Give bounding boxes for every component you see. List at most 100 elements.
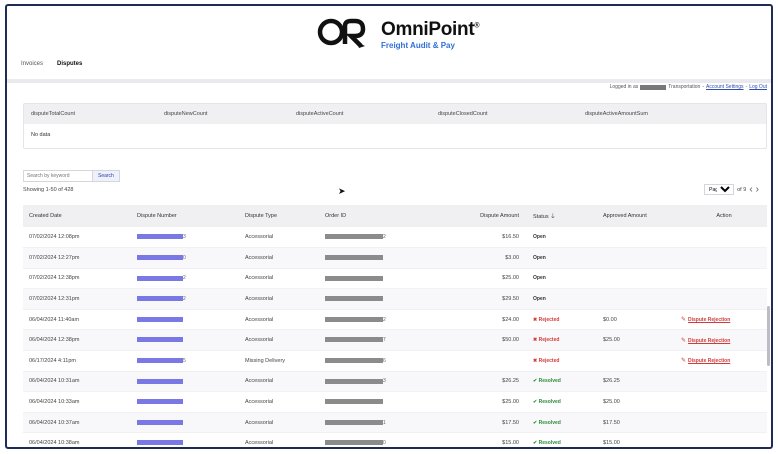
col-dispute-type[interactable]: Dispute Type (239, 205, 319, 227)
table-row[interactable]: 06/04/2024 10:38am Accessorial 0 $15.00 ✔ Re… (23, 432, 767, 447)
header-divider (7, 79, 771, 83)
dispute-rejection-link[interactable]: Dispute Rejection (688, 338, 730, 344)
redacted-dispute-number[interactable] (137, 316, 183, 322)
account-settings-link[interactable]: Account Settings (706, 84, 744, 90)
cell-status: ✖ Rejected (527, 309, 597, 331)
table-row[interactable]: 06/04/2024 10:31am Accessorial 3 $26.25 ✔ Re… (23, 371, 767, 393)
logout-link[interactable]: Log Out (749, 84, 767, 90)
cell-dispute-number[interactable] (131, 412, 239, 434)
cell-dispute-number[interactable]: 2 (131, 268, 239, 290)
order-id-suffix: 7 (383, 337, 386, 344)
col-approved-amount[interactable]: Approved Amount (597, 205, 675, 227)
edit-note-icon[interactable]: ✎ (681, 337, 686, 344)
status-badge: Open (533, 275, 546, 281)
redacted-dispute-number[interactable] (137, 275, 183, 281)
cell-dispute-number[interactable]: 0 (131, 247, 239, 269)
chevron-left-icon[interactable]: ‹ (749, 184, 752, 195)
cell-status: ✖ Rejected (527, 329, 597, 352)
cell-status: ✔ Resolved (527, 371, 597, 393)
redacted-dispute-number[interactable] (137, 419, 183, 425)
company-name: Transportation (668, 84, 701, 90)
cell-order-id (319, 268, 449, 290)
cell-dispute-number[interactable] (131, 432, 239, 447)
table-row[interactable]: 06/04/2024 10:33am Accessorial $25.00 ✔ Res… (23, 391, 767, 413)
col-dispute-number[interactable]: Dispute Number (131, 205, 239, 227)
redacted-dispute-number[interactable] (137, 254, 183, 260)
redacted-dispute-number[interactable] (137, 357, 183, 363)
status-label: Open (533, 254, 546, 261)
cell-dispute-number[interactable] (131, 329, 239, 352)
cell-created-date: 06/04/2024 12:38pm (23, 329, 131, 352)
cell-created-date: 06/17/2024 4:11pm (23, 350, 131, 372)
disputes-table: Created Date Dispute Number Dispute Type… (23, 205, 767, 447)
tab-disputes[interactable]: Disputes (57, 61, 82, 67)
brand-logo[interactable]: OmniPoint® Freight Audit & Pay (317, 16, 487, 56)
search-bar: Search (23, 170, 120, 182)
col-created-date[interactable]: Created Date (23, 205, 131, 227)
cell-created-date: 06/04/2024 10:31am (23, 371, 131, 393)
search-button[interactable]: Search (93, 170, 120, 182)
cell-created-date: 06/04/2024 10:33am (23, 391, 131, 413)
cell-dispute-type: Accessorial (239, 412, 319, 434)
status-badge: ✖ Rejected (533, 317, 559, 323)
redacted-dispute-number[interactable] (137, 378, 183, 384)
cell-dispute-number[interactable] (131, 309, 239, 331)
table-row[interactable]: 06/04/2024 10:37am Accessorial 1 $17.50 ✔ Re… (23, 412, 767, 434)
stats-empty-text: No data (31, 132, 51, 138)
cell-dispute-amount: $50.00 (449, 329, 527, 352)
table-row[interactable]: 07/02/2024 12:38pm 2 Accessorial $25.00 Open (23, 268, 767, 290)
cell-dispute-number[interactable] (131, 391, 239, 413)
redacted-dispute-number[interactable] (137, 234, 183, 240)
brand-tagline: Freight Audit & Pay (381, 41, 455, 50)
cell-approved-amount (597, 227, 675, 249)
cell-dispute-type: Accessorial (239, 432, 319, 447)
cell-created-date: 07/02/2024 12:27pm (23, 247, 131, 269)
filter-icon[interactable]: ⏚ (550, 214, 556, 220)
status-label: Rejected (538, 357, 560, 364)
chevron-right-icon[interactable]: › (756, 184, 759, 195)
tab-invoices[interactable]: Invoices (21, 61, 43, 67)
cell-action (675, 391, 767, 413)
edit-note-icon[interactable]: ✎ (681, 357, 686, 364)
dispute-rejection-link[interactable]: Dispute Rejection (688, 317, 730, 323)
page-select[interactable]: Page 1 (704, 184, 735, 195)
redacted-dispute-number[interactable] (137, 337, 183, 343)
col-status[interactable]: Status ⏚ (527, 205, 597, 227)
edit-note-icon[interactable]: ✎ (681, 316, 686, 323)
cell-dispute-type: Accessorial (239, 391, 319, 413)
separator: - (745, 84, 748, 90)
omnipoint-logo-icon (317, 18, 366, 48)
brand-name: OmniPoint® (381, 19, 480, 40)
stats-header: disputeTotalCount disputeNewCount disput… (24, 104, 766, 124)
cell-dispute-number[interactable] (131, 371, 239, 393)
table-row[interactable]: 06/04/2024 11:40am Accessorial 2 $24.00 ✖ Re… (23, 309, 767, 331)
cell-approved-amount: $15.00 (597, 432, 675, 447)
order-id-suffix: 2 (383, 316, 386, 323)
table-row[interactable]: 07/02/2024 12:08pm 3 Accessorial 2 $16.50 Ope… (23, 227, 767, 249)
search-input[interactable] (23, 170, 93, 182)
table-row[interactable]: 07/02/2024 12:31pm 2 Accessorial $29.50 Open (23, 288, 767, 310)
redacted-dispute-number[interactable] (137, 296, 183, 302)
table-row[interactable]: 06/04/2024 12:38pm Accessorial 7 $50.00 ✖ Re… (23, 329, 767, 352)
cell-dispute-number[interactable]: 5 (131, 350, 239, 372)
cell-order-id (319, 391, 449, 413)
redacted-dispute-number[interactable] (137, 399, 183, 405)
order-id-suffix: 0 (383, 440, 386, 447)
cell-dispute-number[interactable]: 3 (131, 227, 239, 249)
table-row[interactable]: 06/17/2024 4:11pm 5 Missing Delivery 6 ✖ Rej… (23, 350, 767, 372)
dispute-rejection-link[interactable]: Dispute Rejection (688, 358, 730, 364)
status-label: Open (533, 275, 546, 282)
table-row[interactable]: 07/02/2024 12:27pm 0 Accessorial $3.00 Open (23, 247, 767, 269)
col-order-id[interactable]: Order ID (319, 205, 449, 227)
app-window: OmniPoint® Freight Audit & Pay Invoices … (5, 4, 773, 449)
vertical-scrollbar[interactable] (767, 306, 770, 366)
redacted-dispute-number[interactable] (137, 440, 183, 446)
status-label: Resolved (538, 440, 561, 447)
status-badge: Open (533, 296, 546, 302)
status-label: Open (533, 296, 546, 303)
cell-action (675, 268, 767, 290)
cell-dispute-number[interactable]: 2 (131, 288, 239, 310)
cell-order-id: 0 (319, 432, 449, 447)
col-dispute-amount[interactable]: Dispute Amount (449, 205, 527, 227)
status-badge: ✔ Resolved (533, 399, 561, 405)
